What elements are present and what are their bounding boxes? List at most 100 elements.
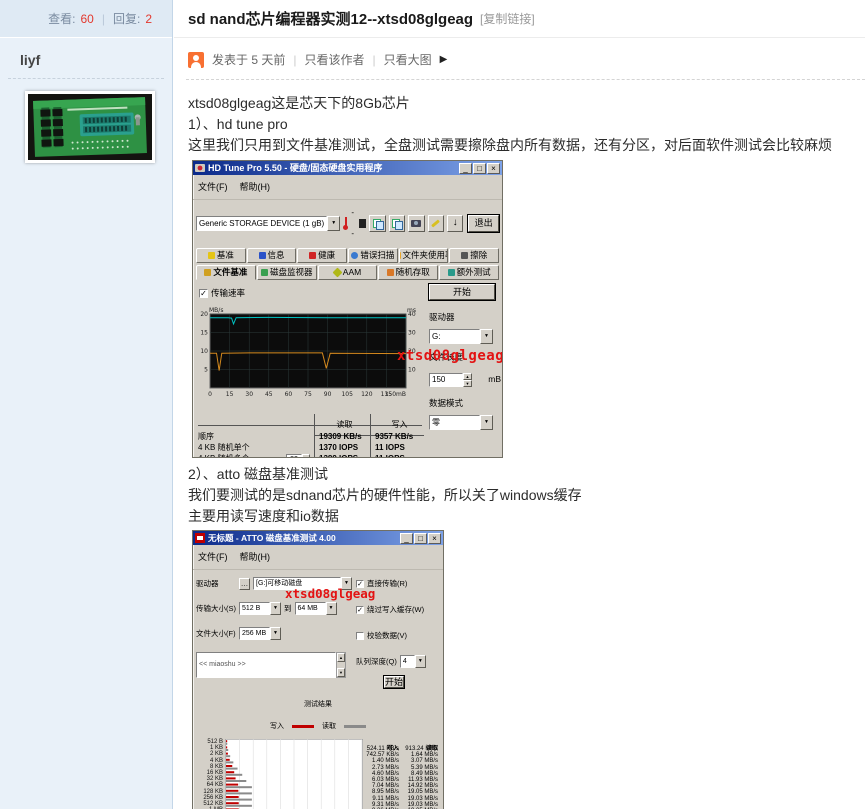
minimize-button[interactable]: _: [459, 163, 472, 174]
svg-text:10: 10: [200, 348, 208, 355]
post-line: 这里我们只用到文件基准测试，全盘测试需要擦除盘内所有数据，还有分区，对后面软件测…: [188, 135, 865, 156]
maximize-button[interactable]: □: [414, 533, 427, 544]
tab-extra-tests[interactable]: 额外测试: [439, 265, 499, 280]
forum-thread-page: 查看: 60 | 回复: 2 liyf: [0, 0, 865, 809]
atto-app-icon: [195, 533, 205, 543]
spin-down-icon[interactable]: ▼: [463, 380, 472, 387]
only-images-link[interactable]: 只看大图: [384, 51, 432, 68]
table-row: 顺序 19309 KB/s 9357 KB/s: [198, 426, 422, 437]
tab-info[interactable]: 信息: [247, 248, 297, 263]
exit-button[interactable]: 退出: [468, 215, 499, 232]
file-length-spinner[interactable]: 150 ▲▼: [429, 373, 486, 387]
file-size-select[interactable]: 256 MB▼: [239, 627, 281, 640]
post-body: xtsd08glgeag这是芯天下的8Gb芯片 1）、hd tune pro 这…: [188, 93, 865, 809]
tab-file-benchmark[interactable]: 文件基准: [196, 265, 256, 280]
menu-help[interactable]: 帮助(H): [240, 177, 271, 198]
file-size-label: 文件大小(F): [196, 623, 236, 644]
tab-benchmark[interactable]: 基准: [196, 248, 246, 263]
info-icon: [259, 252, 266, 259]
description-box[interactable]: << miaoshu >> ▲▼: [196, 652, 346, 678]
write-legend-line: [292, 725, 314, 728]
arrow-right-icon[interactable]: ▶: [440, 54, 448, 65]
svg-text:5: 5: [204, 367, 208, 374]
svg-text:15: 15: [226, 391, 234, 398]
transfer-rate-checkbox[interactable]: ✓: [199, 289, 208, 298]
aam-icon: [332, 268, 342, 278]
menu-file[interactable]: 文件(F): [198, 547, 228, 568]
hdtune-window-image[interactable]: HD Tune Pro 5.50 - 硬盘/固态硬盘实用程序 _ □ × 文件(…: [192, 160, 503, 458]
write-column-header: 写入: [363, 739, 402, 746]
queue-depth-select[interactable]: 4▼: [400, 655, 426, 668]
scrollbar[interactable]: ▲▼: [336, 652, 346, 678]
minimize-button[interactable]: _: [400, 533, 413, 544]
drive-select[interactable]: G:▼: [429, 329, 493, 344]
transfer-from-select[interactable]: 512 B▼: [239, 602, 281, 615]
atto-window-title: 无标题 - ATTO 磁盘基准测试 4.00: [208, 530, 397, 549]
hdtune-tabs-row1: 基准 信息 健康 错误扫描 文件夹使用率 擦除: [193, 246, 502, 263]
chevron-down-icon[interactable]: ▼: [270, 602, 281, 615]
post-line: xtsd08glgeag这是芯天下的8Gb芯片: [188, 93, 865, 114]
device-select[interactable]: Generic STORAGE DEVICE (1 gB) ▼: [196, 216, 340, 231]
bypass-cache-checkbox[interactable]: ✓: [356, 606, 364, 614]
meta-divider: [186, 79, 865, 80]
copy-image-icon: [392, 219, 401, 228]
close-button[interactable]: ×: [487, 163, 500, 174]
thread-count-spinner[interactable]: 32▲▼: [286, 454, 310, 458]
chevron-down-icon[interactable]: ▼: [270, 627, 281, 640]
hdtune-stats-table: 读取 写入 顺序 19309 KB/s 9357 KB/s 4: [198, 414, 422, 458]
chevron-down-icon[interactable]: ▼: [327, 216, 340, 231]
tab-random-access[interactable]: 随机存取: [378, 265, 438, 280]
atto-window-image[interactable]: 无标题 - ATTO 磁盘基准测试 4.00 _ □ × 文件(F) 帮助(H)…: [192, 530, 444, 809]
tab-disk-monitor[interactable]: 磁盘监视器: [257, 265, 317, 280]
read-legend-line: [344, 725, 366, 728]
transfer-rate-chart: MB/sms5101520102030400153045607590105120…: [196, 305, 422, 413]
benchmark-icon: [208, 252, 215, 259]
svg-text:60: 60: [285, 391, 293, 398]
atto-results-chart: 512 B1 KB2 KB4 KB8 KB16 KB32 KB64 KB128 …: [193, 739, 443, 809]
menu-help[interactable]: 帮助(H): [240, 547, 271, 568]
start-button[interactable]: 开始: [429, 284, 495, 300]
chevron-down-icon[interactable]: ▼: [415, 655, 426, 668]
data-mode-select[interactable]: 零▼: [429, 415, 493, 430]
spin-up-icon[interactable]: ▲: [463, 373, 472, 380]
verify-data-checkbox[interactable]: [356, 632, 364, 640]
screenshot-button[interactable]: [408, 215, 424, 232]
chevron-down-icon[interactable]: ▼: [480, 329, 493, 344]
author-username[interactable]: liyf: [0, 38, 172, 78]
only-author-link[interactable]: 只看该作者: [304, 51, 364, 68]
scroll-down-icon: ▼: [337, 668, 345, 677]
results-title: 测试结果: [193, 694, 443, 715]
copy-button[interactable]: [369, 215, 385, 232]
svg-text:20: 20: [200, 311, 208, 318]
copy-link[interactable]: [复制链接]: [480, 10, 535, 27]
start-button[interactable]: 开始: [384, 676, 404, 688]
tab-erase[interactable]: 擦除: [449, 248, 499, 263]
maximize-button[interactable]: □: [473, 163, 486, 174]
notes-button[interactable]: [428, 215, 444, 232]
tab-error-scan[interactable]: 错误扫描: [348, 248, 398, 263]
tab-health[interactable]: 健康: [297, 248, 347, 263]
file-benchmark-icon: [204, 269, 211, 276]
close-button[interactable]: ×: [428, 533, 441, 544]
svg-text:MB/s: MB/s: [209, 307, 223, 314]
file-length-unit: mB: [488, 369, 501, 390]
svg-text:150mB: 150mB: [385, 391, 406, 398]
post-time: 发表于 5 天前: [212, 51, 285, 68]
copy-image-button[interactable]: [389, 215, 405, 232]
svg-text:120: 120: [361, 391, 373, 398]
thread-content: sd nand芯片编程器实测12--xtsd08glgeag [复制链接] 发表…: [174, 0, 865, 809]
avatar[interactable]: [25, 91, 155, 163]
svg-text:45: 45: [265, 391, 273, 398]
svg-text:10: 10: [408, 367, 416, 374]
drive-label: 驱动器: [196, 573, 236, 594]
browse-button[interactable]: …: [239, 578, 250, 590]
chevron-down-icon[interactable]: ▼: [480, 415, 493, 430]
results-plot: [225, 739, 363, 809]
tab-folder-usage[interactable]: 文件夹使用率: [399, 248, 449, 263]
menu-file[interactable]: 文件(F): [198, 177, 228, 198]
save-button[interactable]: ↓: [447, 215, 463, 232]
tab-aam[interactable]: AAM: [318, 265, 378, 280]
svg-text:90: 90: [324, 391, 332, 398]
sidebar: 查看: 60 | 回复: 2 liyf: [0, 0, 173, 809]
health-cross-icon: [309, 252, 316, 259]
